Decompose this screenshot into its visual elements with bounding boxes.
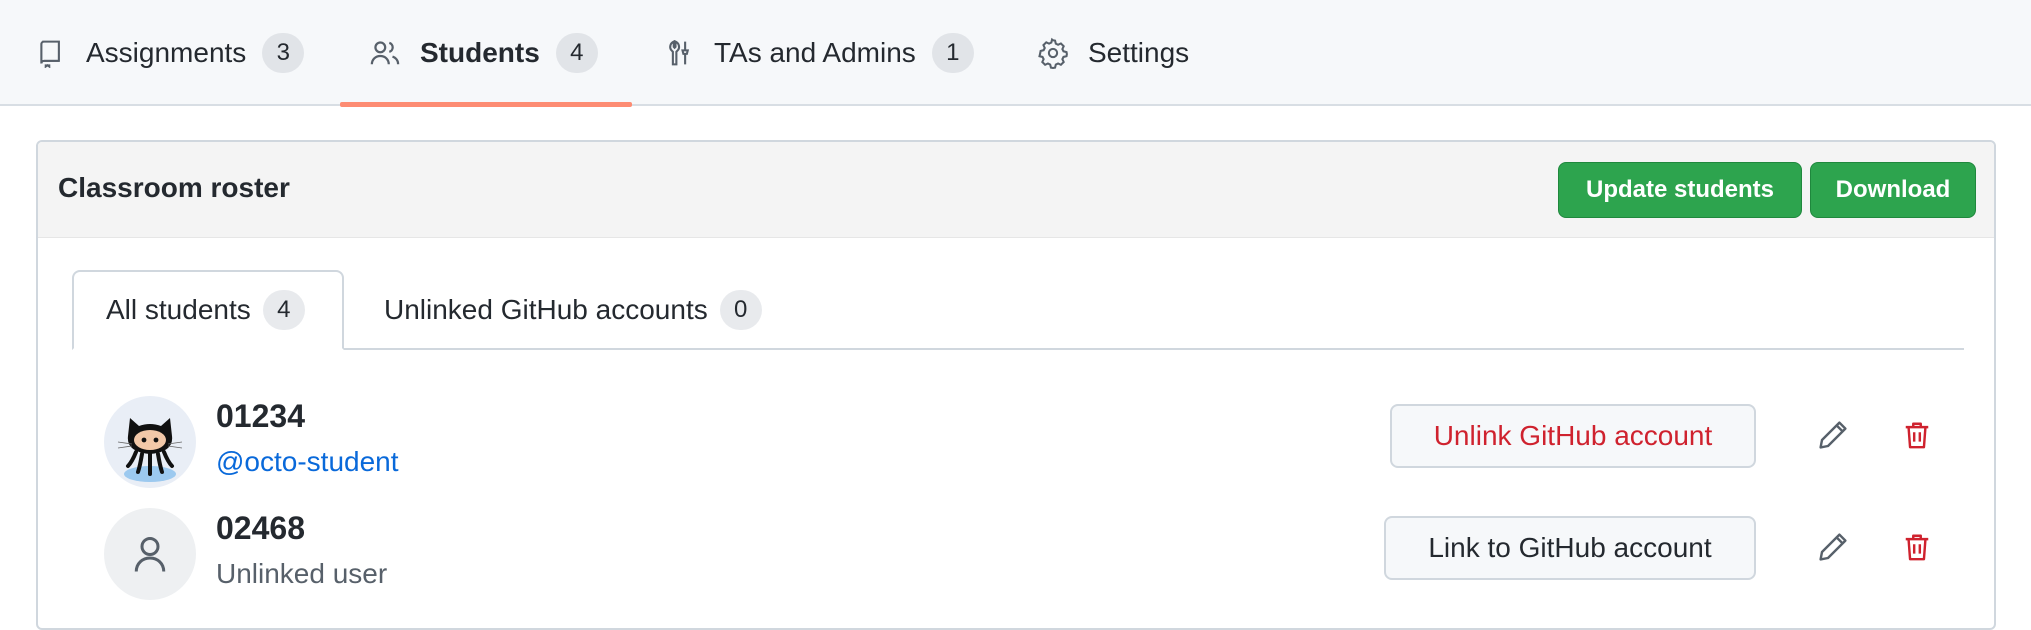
trash-icon[interactable] bbox=[1894, 412, 1940, 458]
book-icon bbox=[36, 38, 66, 68]
student-identifier: 02468 bbox=[216, 510, 305, 546]
gear-icon bbox=[1038, 37, 1068, 69]
person-icon bbox=[104, 508, 196, 600]
tas-count-badge: 1 bbox=[931, 33, 974, 73]
update-students-button[interactable]: Update students bbox=[1558, 162, 1802, 218]
subtab-all-students[interactable]: All students 4 bbox=[72, 270, 344, 350]
github-handle-link[interactable]: @octo-student bbox=[216, 446, 399, 478]
download-button[interactable]: Download bbox=[1810, 162, 1976, 218]
subtab-all-students-label: All students bbox=[106, 294, 251, 325]
pencil-icon[interactable] bbox=[1810, 412, 1856, 458]
assignments-count-badge: 3 bbox=[262, 33, 305, 73]
students-count-badge: 4 bbox=[555, 33, 598, 73]
unlink-github-account-button[interactable]: Unlink GitHub account bbox=[1390, 404, 1756, 468]
student-identifier: 01234 bbox=[216, 398, 305, 434]
classroom-roster-panel: Classroom roster Update students Downloa… bbox=[36, 140, 1996, 630]
tab-students[interactable]: Students 4 bbox=[370, 0, 598, 106]
tab-assignments[interactable]: Assignments 3 bbox=[36, 0, 305, 106]
tab-tas-and-admins[interactable]: TAs and Admins 1 bbox=[664, 0, 974, 106]
octocat-avatar[interactable] bbox=[104, 396, 196, 488]
all-students-count-badge: 4 bbox=[262, 290, 305, 330]
tools-icon bbox=[664, 38, 694, 68]
unlinked-user-label: Unlinked user bbox=[216, 558, 388, 589]
tab-assignments-label: Assignments bbox=[86, 37, 247, 68]
roster-header: Classroom roster Update students Downloa… bbox=[38, 142, 1994, 238]
student-row: 01234 @octo-student Unlink GitHub accoun… bbox=[38, 390, 1994, 490]
active-tab-underline bbox=[340, 102, 632, 107]
link-github-account-button[interactable]: Link to GitHub account bbox=[1384, 516, 1756, 580]
classroom-nav: Assignments 3 Students 4 TAs and Admins … bbox=[0, 0, 2031, 107]
tab-students-label: Students bbox=[420, 37, 540, 68]
subtab-unlinked-accounts[interactable]: Unlinked GitHub accounts 0 bbox=[384, 270, 762, 350]
roster-title: Classroom roster bbox=[58, 172, 290, 203]
pencil-icon[interactable] bbox=[1810, 524, 1856, 570]
trash-icon[interactable] bbox=[1894, 524, 1940, 570]
unlinked-count-badge: 0 bbox=[719, 290, 762, 330]
people-icon bbox=[370, 38, 400, 68]
tab-settings-label: Settings bbox=[1088, 37, 1190, 68]
subtabs-divider bbox=[72, 348, 1964, 350]
tab-settings[interactable]: Settings bbox=[1038, 0, 1189, 106]
subtab-unlinked-label: Unlinked GitHub accounts bbox=[384, 294, 708, 325]
student-row: 02468 Unlinked user Link to GitHub accou… bbox=[38, 502, 1994, 602]
tab-tas-label: TAs and Admins bbox=[714, 37, 916, 68]
